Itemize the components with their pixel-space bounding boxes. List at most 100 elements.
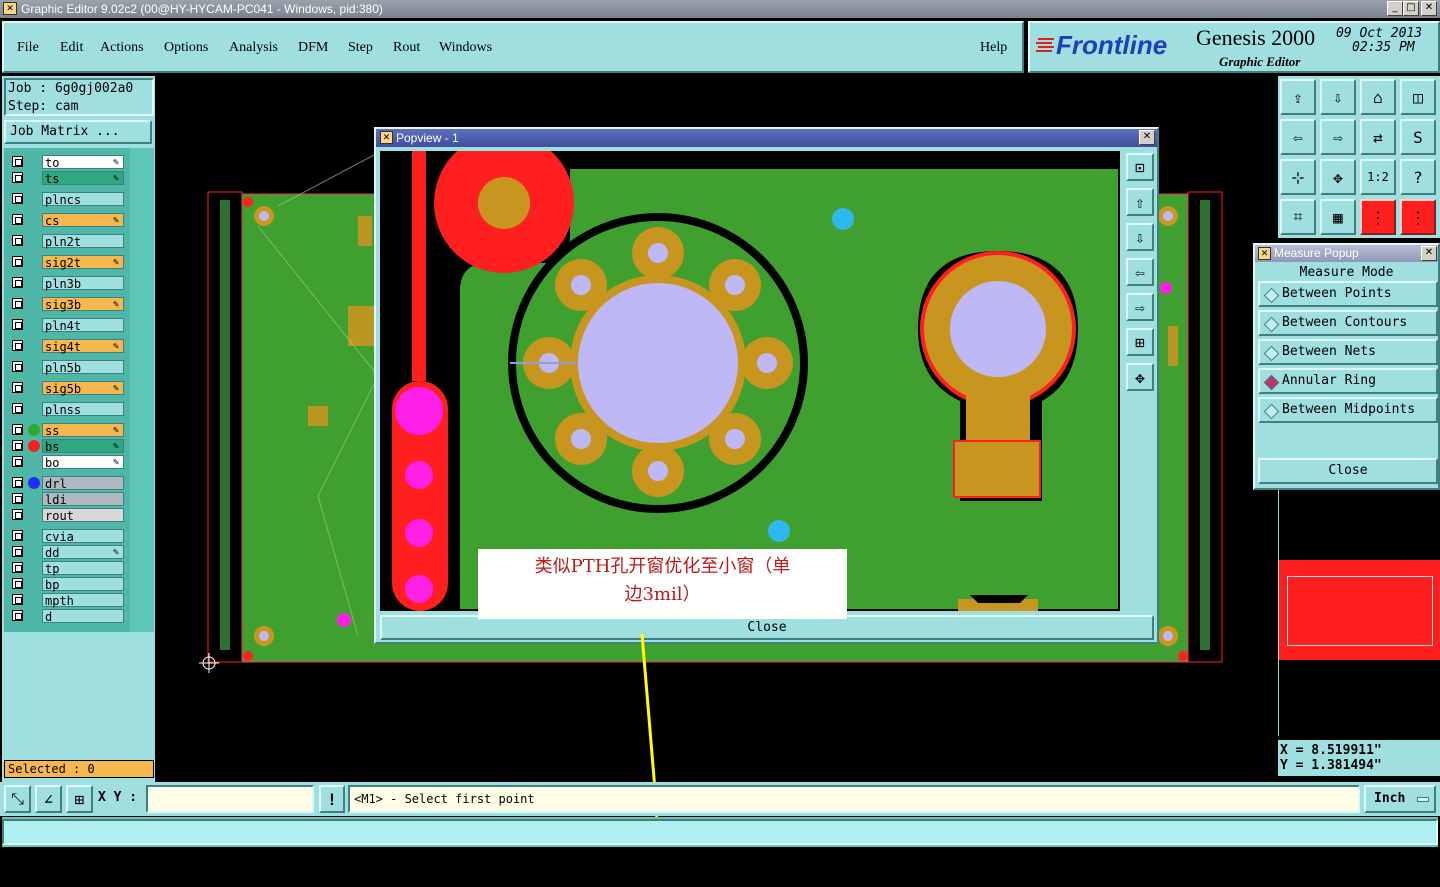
layer-checkbox[interactable]: [12, 610, 23, 621]
layer-checkbox[interactable]: [12, 562, 23, 573]
maximize-icon[interactable]: □: [1403, 1, 1419, 16]
grid-snap-icon[interactable]: ⊞: [66, 785, 93, 813]
layer-row[interactable]: plncs: [10, 192, 126, 207]
layer-row[interactable]: cs ✎: [10, 213, 126, 228]
menu-step[interactable]: Step: [348, 40, 373, 56]
popview-zoom-icon[interactable]: ⊡: [1126, 153, 1154, 181]
layer-checkbox[interactable]: [12, 493, 23, 504]
layer-stack-active-icon[interactable]: ⋮: [1400, 199, 1436, 235]
snap-tool-icon[interactable]: ⤡: [4, 785, 31, 813]
measure-option[interactable]: Between Points: [1258, 281, 1438, 307]
menu-dfm[interactable]: DFM: [298, 40, 328, 56]
layer-checkbox[interactable]: [12, 382, 23, 393]
layer-row[interactable]: bs ✎: [10, 439, 126, 454]
layer-checkbox[interactable]: [12, 477, 23, 488]
menu-analysis[interactable]: Analysis: [229, 40, 278, 56]
grid-icon[interactable]: ▦: [1320, 199, 1356, 235]
layer-checkbox[interactable]: [12, 277, 23, 288]
layer-row[interactable]: ldi: [10, 492, 126, 507]
measure-option[interactable]: Between Nets: [1258, 339, 1438, 365]
menu-edit[interactable]: Edit: [60, 40, 83, 56]
move-up-icon[interactable]: ⇪: [1280, 79, 1316, 115]
move-right-icon[interactable]: ⇨: [1320, 119, 1356, 155]
layer-row[interactable]: to ✎: [10, 155, 126, 170]
overview-panel[interactable]: [1278, 490, 1440, 736]
unit-selector[interactable]: Inch: [1364, 785, 1436, 813]
minimize-icon[interactable]: _: [1387, 1, 1403, 16]
layer-checkbox[interactable]: [12, 298, 23, 309]
alert-icon[interactable]: !: [319, 785, 345, 813]
menu-windows[interactable]: Windows: [439, 40, 492, 56]
popview-pan-down-icon[interactable]: ⇩: [1126, 223, 1154, 251]
menu-options[interactable]: Options: [164, 40, 208, 56]
layer-row[interactable]: drl: [10, 476, 126, 491]
s-curve-icon[interactable]: S: [1400, 119, 1436, 155]
layer-checkbox[interactable]: [12, 156, 23, 167]
layer-row[interactable]: cvia: [10, 529, 126, 544]
layer-row[interactable]: plnss: [10, 402, 126, 417]
fit-icon[interactable]: ⊹: [1280, 159, 1316, 195]
menu-actions[interactable]: Actions: [100, 40, 144, 56]
popview-canvas[interactable]: [380, 151, 1120, 611]
layer-row[interactable]: sig4t ✎: [10, 339, 126, 354]
popview-pan-right-icon[interactable]: ⇨: [1126, 293, 1154, 321]
layer-checkbox[interactable]: [12, 193, 23, 204]
layer-row[interactable]: dd ✎: [10, 545, 126, 560]
measure-option[interactable]: Between Contours: [1258, 310, 1438, 336]
xy-input[interactable]: [146, 785, 314, 813]
layer-checkbox[interactable]: [12, 361, 23, 372]
layer-row[interactable]: ss ✎: [10, 423, 126, 438]
help-icon[interactable]: ?: [1400, 159, 1436, 195]
layer-row[interactable]: pln5b: [10, 360, 126, 375]
layer-row[interactable]: pln4t: [10, 318, 126, 333]
popview-center-icon[interactable]: ✥: [1126, 363, 1154, 391]
window-titlebar[interactable]: ✕ Graphic Editor 9.02c2 (00@HY-HYCAM-PC0…: [0, 0, 1440, 18]
layer-row[interactable]: sig5b ✎: [10, 381, 126, 396]
angle-tool-icon[interactable]: ∠: [35, 785, 62, 813]
popview-pan-up-icon[interactable]: ⇧: [1126, 188, 1154, 216]
layer-row[interactable]: tp: [10, 561, 126, 576]
layer-checkbox[interactable]: [12, 235, 23, 246]
zoom-center-icon[interactable]: ✥: [1320, 159, 1356, 195]
popview-fit-icon[interactable]: ⊞: [1126, 328, 1154, 356]
ruler-icon[interactable]: ⌗: [1280, 199, 1316, 235]
layer-checkbox[interactable]: [12, 456, 23, 467]
layer-checkbox[interactable]: [12, 172, 23, 183]
layer-checkbox[interactable]: [12, 256, 23, 267]
layer-row[interactable]: pln3b: [10, 276, 126, 291]
close-icon[interactable]: ✕: [1421, 1, 1437, 16]
layer-row[interactable]: bo ✎: [10, 455, 126, 470]
split-icon[interactable]: ◫: [1400, 79, 1436, 115]
mirror-icon[interactable]: ⇄: [1360, 119, 1396, 155]
layer-checkbox[interactable]: [12, 530, 23, 541]
layer-stack-icon[interactable]: ⋮: [1360, 199, 1396, 235]
layer-checkbox[interactable]: [12, 578, 23, 589]
layer-row[interactable]: sig3b ✎: [10, 297, 126, 312]
popview-titlebar[interactable]: ✕ Popview - 1 ✕: [376, 129, 1157, 147]
layer-checkbox[interactable]: [12, 403, 23, 414]
measure-titlebar[interactable]: ✕ Measure Popup ✕: [1255, 245, 1438, 262]
popview-pan-left-icon[interactable]: ⇦: [1126, 258, 1154, 286]
measure-close-button[interactable]: Close: [1258, 458, 1438, 484]
layer-row[interactable]: sig2t ✎: [10, 255, 126, 270]
layer-row[interactable]: mpth: [10, 593, 126, 608]
layer-row[interactable]: ts ✎: [10, 171, 126, 186]
layer-checkbox[interactable]: [12, 594, 23, 605]
layer-checkbox[interactable]: [12, 340, 23, 351]
popview-close-icon[interactable]: ✕: [1139, 130, 1155, 145]
measure-close-icon[interactable]: ✕: [1421, 246, 1437, 261]
measure-option[interactable]: Annular Ring: [1258, 368, 1438, 394]
layer-checkbox[interactable]: [12, 214, 23, 225]
menu-file[interactable]: File: [17, 40, 39, 56]
measure-option[interactable]: Between Midpoints: [1258, 397, 1438, 423]
move-down-icon[interactable]: ⇩: [1320, 79, 1356, 115]
home-icon[interactable]: ⌂: [1360, 79, 1396, 115]
layer-checkbox[interactable]: [12, 424, 23, 435]
layer-row[interactable]: pln2t: [10, 234, 126, 249]
layer-row[interactable]: d: [10, 609, 126, 624]
menu-help[interactable]: Help: [980, 40, 1007, 56]
layer-row[interactable]: bp: [10, 577, 126, 592]
layer-row[interactable]: rout: [10, 508, 126, 523]
menu-rout[interactable]: Rout: [393, 40, 420, 56]
layer-checkbox[interactable]: [12, 440, 23, 451]
